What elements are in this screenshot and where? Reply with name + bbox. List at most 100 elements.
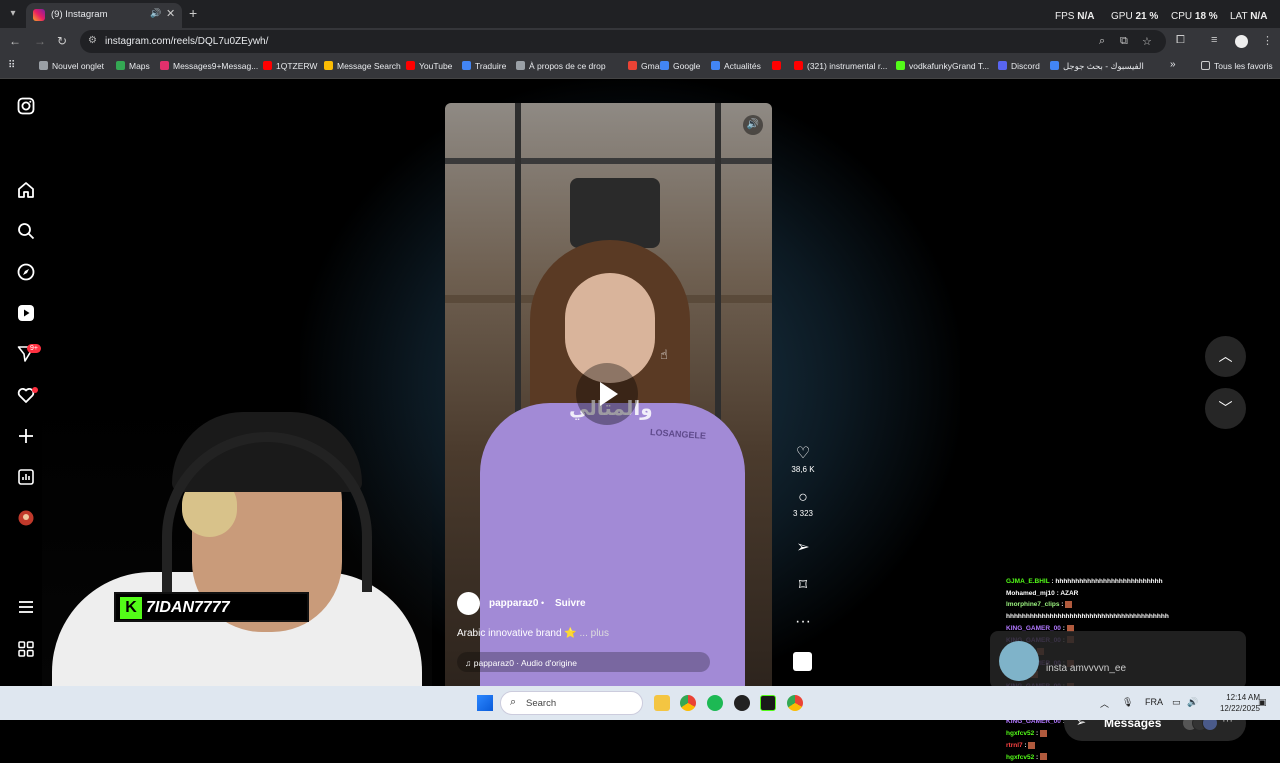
bookmark-label: Message Search	[337, 61, 401, 71]
bookmark-item[interactable]: YouTube	[406, 61, 452, 71]
install-app-icon[interactable]: ⧉	[1120, 35, 1128, 48]
next-reel-button[interactable]: ﹀	[1205, 388, 1246, 429]
story-notification[interactable]: insta amvvvvn_ee	[990, 631, 1246, 689]
author-avatar[interactable]	[457, 592, 480, 615]
notifications-center-icon[interactable]: ▣	[1258, 697, 1267, 708]
file-explorer-icon[interactable]	[654, 695, 670, 711]
like-button[interactable]: ♡ 38,6 K	[788, 443, 818, 474]
bookmark-favicon-icon	[1050, 61, 1059, 70]
bookmark-item[interactable]	[772, 61, 785, 71]
bookmark-item[interactable]: Nouvel onglet	[39, 61, 104, 71]
bookmark-item[interactable]: Message Search	[324, 61, 401, 71]
media-control-icon[interactable]: ≡	[1211, 34, 1217, 46]
author-name[interactable]: papparaz0	[489, 598, 538, 609]
tab-close-icon[interactable]: ✕	[166, 7, 175, 20]
language-indicator[interactable]: FRA	[1145, 697, 1163, 707]
tab-instagram[interactable]: (9) Instagram 🔊 ✕	[26, 3, 182, 28]
tray-overflow-icon[interactable]: ︿	[1100, 697, 1109, 710]
bookmark-item[interactable]: Actualités	[711, 61, 761, 71]
forward-icon[interactable]: →	[34, 34, 46, 48]
bookmark-item[interactable]: Messages9+Messag...	[160, 61, 258, 71]
comment-button[interactable]: ○ 3 323	[788, 489, 818, 518]
more-icon[interactable]	[16, 598, 36, 618]
search-placeholder: Search	[526, 698, 557, 709]
more-bookmarks-icon[interactable]: »	[1170, 59, 1176, 70]
bookmark-item[interactable]: vodkafunkyGrand T...	[896, 61, 989, 71]
taskbar-search[interactable]: ⌕ Search	[500, 691, 643, 715]
browser-toolbar: ← → ↻ ⚙ instagram.com/reels/DQL7u0ZEywh/…	[0, 28, 1280, 55]
home-icon[interactable]	[16, 181, 36, 201]
chat-username[interactable]: GJMA_E.BHIL	[1006, 578, 1050, 585]
bookmark-item[interactable]: Google	[660, 61, 700, 71]
apps-grid-icon[interactable]: ⠿	[8, 60, 15, 71]
bookmark-item[interactable]: Traduire	[462, 61, 506, 71]
dashboard-icon[interactable]	[16, 468, 36, 488]
share-button[interactable]: ➢	[788, 537, 818, 557]
caption-more-link[interactable]: ... plus	[577, 628, 609, 639]
bookmark-item[interactable]: Maps	[116, 61, 150, 71]
previous-reel-button[interactable]: ︿	[1205, 336, 1246, 377]
play-icon[interactable]	[576, 363, 638, 425]
comment-icon: ○	[798, 489, 808, 506]
bookmark-item[interactable]: Discord	[998, 61, 1040, 71]
audio-thumbnail[interactable]	[793, 652, 812, 671]
bookmark-favicon-icon	[462, 61, 471, 70]
profile-icon[interactable]	[16, 509, 36, 529]
bookmark-star-icon[interactable]: ☆	[1142, 35, 1152, 48]
address-bar[interactable]: ⚙ instagram.com/reels/DQL7u0ZEywh/ ⌕ ⧉ ☆	[80, 30, 1166, 53]
bookmark-label: vodkafunkyGrand T...	[909, 61, 990, 71]
zoom-icon[interactable]: ⌕	[1099, 35, 1105, 48]
chat-username[interactable]: hgxfcv52	[1006, 754, 1034, 761]
threads-icon[interactable]	[16, 640, 36, 660]
network-icon[interactable]: ▭	[1172, 697, 1181, 708]
chat-username[interactable]: Mohamed_mj10	[1006, 590, 1055, 597]
speaker-icon[interactable]: 🔊	[1187, 697, 1198, 708]
back-icon[interactable]: ←	[9, 34, 21, 48]
fps-stat: FPS N/A	[1055, 11, 1095, 22]
bookmark-label: 1QTZERW	[276, 61, 318, 71]
bookmark-favicon-icon	[772, 61, 781, 70]
reel-video[interactable]: LOSANGELE والمتالي 🔊 papparaz0 • Suivre …	[445, 103, 772, 686]
terminal-icon[interactable]	[760, 695, 776, 711]
create-icon[interactable]	[16, 427, 36, 447]
chrome-icon[interactable]	[680, 695, 696, 711]
bookmark-item[interactable]: (321) instrumental r...	[794, 61, 887, 71]
site-info-icon[interactable]: ⚙	[88, 35, 100, 47]
chrome-active-icon[interactable]	[787, 695, 803, 711]
new-tab-button[interactable]: +	[189, 5, 197, 21]
url-text[interactable]: instagram.com/reels/DQL7u0ZEywh/	[105, 36, 268, 47]
reel-audio-label[interactable]: ♫ papparaz0 · Audio d'origine	[465, 658, 577, 668]
tab-search-icon[interactable]: ▾	[5, 6, 21, 22]
browser-menu-icon[interactable]: ⋮	[1262, 34, 1273, 47]
bookmark-item[interactable]: À propos de ce drop	[516, 61, 606, 71]
bookmark-item[interactable]: الفيسبوك - بحث جوجل	[1050, 61, 1144, 72]
microphone-icon[interactable]: 🎙	[1122, 697, 1133, 708]
chat-username[interactable]: hgxfcv52	[1006, 730, 1034, 737]
obs-icon[interactable]	[734, 695, 750, 711]
bookmark-favicon-icon	[39, 61, 48, 70]
chat-username[interactable]: lmorphine7_clips	[1006, 601, 1059, 608]
windows-start-icon[interactable]	[477, 695, 493, 711]
all-bookmarks-folder[interactable]: Tous les favoris	[1201, 61, 1273, 71]
search-icon[interactable]	[16, 222, 36, 242]
chat-username[interactable]: rtrnl7	[1006, 742, 1023, 749]
instagram-logo-icon[interactable]	[16, 97, 36, 117]
volume-icon[interactable]: 🔊	[743, 115, 763, 135]
chat-emote-icon	[1028, 741, 1036, 749]
bookmark-item[interactable]: Gmail	[628, 61, 663, 71]
follow-button[interactable]: Suivre	[555, 598, 586, 609]
reels-icon[interactable]	[16, 304, 36, 324]
spotify-icon[interactable]	[707, 695, 723, 711]
windows-taskbar: ⌕ Search ︿ 🎙 FRA ▭ 🔊 12:14 AM 12/22/2025…	[0, 686, 1280, 720]
profile-avatar[interactable]	[1235, 35, 1248, 48]
more-options-button[interactable]: ···	[788, 613, 818, 631]
explore-icon[interactable]	[16, 263, 36, 283]
save-button[interactable]: ⌑	[788, 575, 818, 595]
reload-icon[interactable]: ↻	[57, 34, 67, 48]
reel-caption[interactable]: Arabic innovative brand ⭐ ... plus	[457, 628, 609, 639]
bookmark-item[interactable]: 1QTZERW	[263, 61, 317, 71]
bookmark-favicon-icon	[660, 61, 669, 70]
tab-audio-icon[interactable]: 🔊	[150, 8, 161, 19]
system-clock[interactable]: 12:14 AM 12/22/2025	[1204, 692, 1260, 714]
extensions-icon[interactable]: ⧠	[1176, 34, 1185, 47]
